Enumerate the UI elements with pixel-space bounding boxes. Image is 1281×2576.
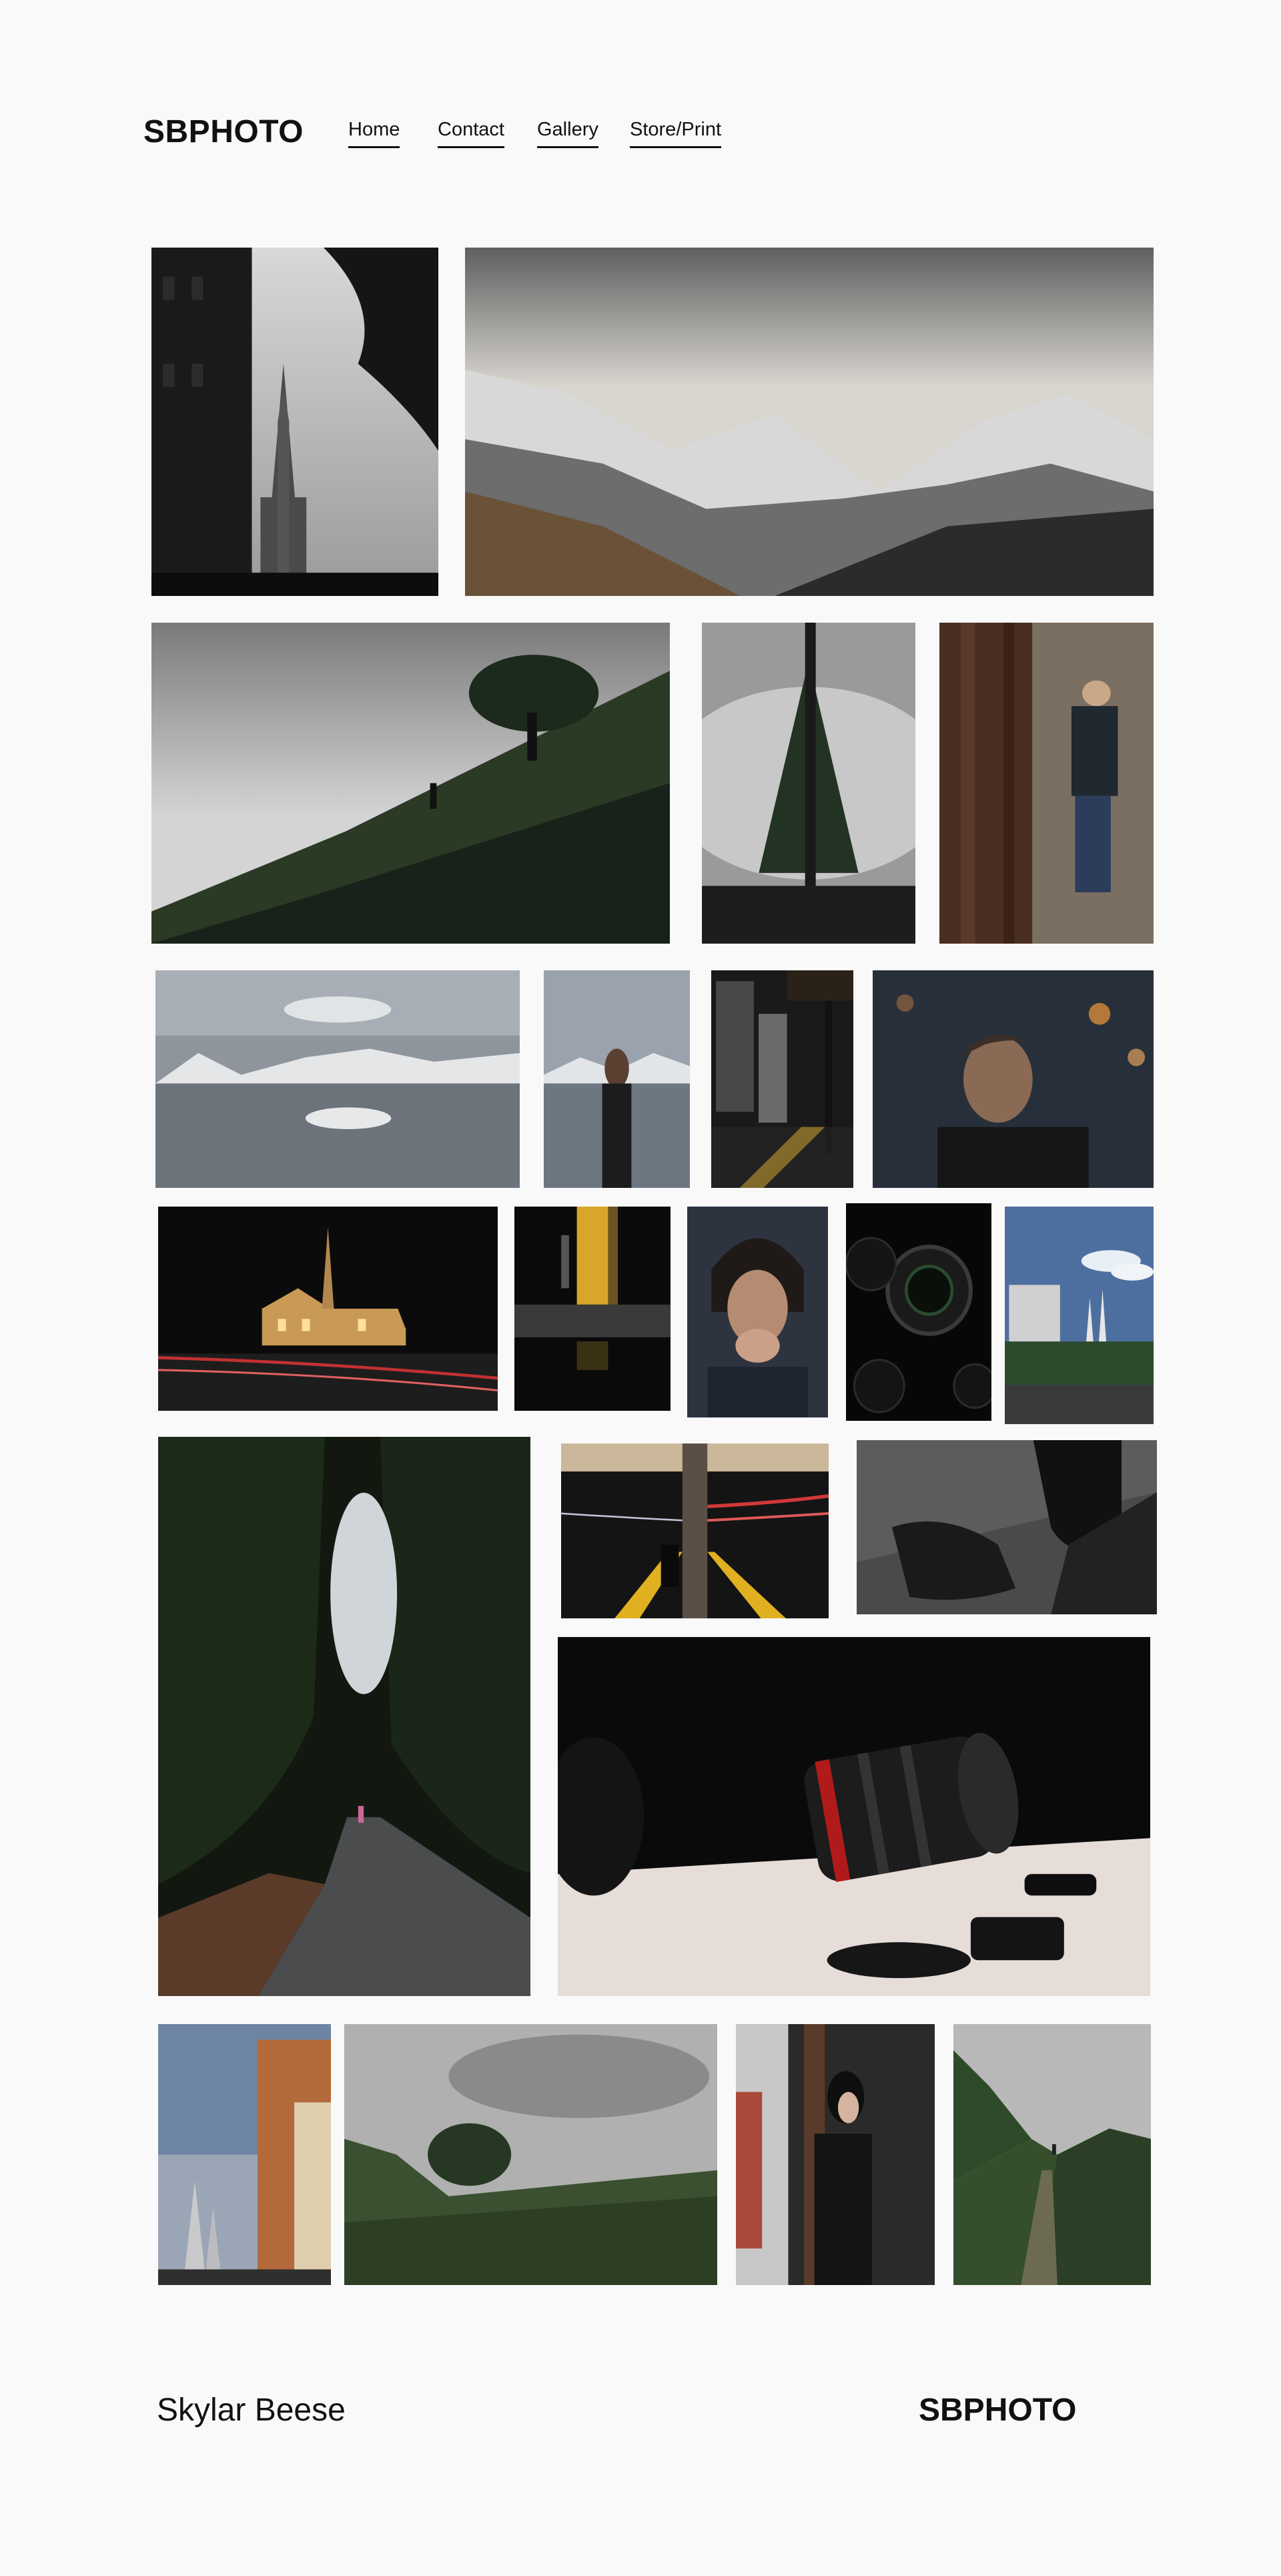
gallery-photo[interactable] [514, 1207, 671, 1411]
portrait-hands-image [687, 1207, 828, 1417]
green-hillside-image [344, 2024, 717, 2285]
gallery-photo[interactable] [736, 2024, 935, 2285]
gallery-photo[interactable] [939, 623, 1154, 944]
church-night-image [158, 1207, 498, 1411]
gallery-photo[interactable] [155, 970, 520, 1188]
gallery-photo[interactable] [953, 2024, 1151, 2285]
gallery-photo[interactable] [711, 970, 853, 1188]
gallery-photo[interactable] [344, 2024, 717, 2285]
gallery-photo[interactable] [465, 248, 1154, 596]
woman-lake-image [544, 970, 690, 1188]
gallery-photo[interactable] [151, 248, 438, 596]
gallery-photo[interactable] [1005, 1207, 1154, 1424]
nav-store-print[interactable]: Store/Print [630, 119, 721, 148]
spires-building-image [158, 2024, 331, 2285]
bokeh-portrait-image [873, 970, 1154, 1188]
gallery-photo[interactable] [702, 623, 915, 944]
gallery-photo[interactable] [857, 1440, 1157, 1614]
gallery-photo[interactable] [158, 1437, 530, 1996]
woman-wall-image [939, 623, 1154, 944]
gallery-photo[interactable] [158, 1207, 498, 1411]
mountain-image [465, 248, 1154, 596]
cathedral-image [151, 248, 438, 596]
platform-figure-image [561, 1443, 829, 1618]
gallery-photo[interactable] [561, 1443, 829, 1618]
footer-logo[interactable]: SBPHOTO [919, 2392, 1076, 2429]
boots-image [857, 1440, 1157, 1614]
camera-lenses-image [846, 1203, 991, 1421]
gallery-photo[interactable] [151, 623, 670, 944]
gallery-photo[interactable] [846, 1203, 991, 1421]
gallery-photo[interactable] [558, 1637, 1150, 1996]
forest-road-image [158, 1437, 530, 1996]
hillside-tree-image [151, 623, 670, 944]
gallery-photo[interactable] [544, 970, 690, 1188]
gallery-photo[interactable] [687, 1207, 828, 1417]
trail-hills-image [953, 2024, 1151, 2285]
gallery-photo[interactable] [158, 2024, 331, 2285]
city-street-image [711, 970, 853, 1188]
lake-reflection-image [155, 970, 520, 1188]
nav-contact[interactable]: Contact [438, 119, 504, 148]
site-logo[interactable]: SBPHOTO [143, 113, 304, 150]
temple-sky-image [1005, 1207, 1154, 1424]
nav-home[interactable]: Home [348, 119, 400, 148]
woman-brick-wall-image [736, 2024, 935, 2285]
camera-lens-table-image [558, 1637, 1150, 1996]
footer-name: Skylar Beese [157, 2392, 346, 2428]
tree-reflection-image [702, 623, 915, 944]
gallery-photo[interactable] [873, 970, 1154, 1188]
yellow-pillar-image [514, 1207, 671, 1411]
nav-gallery[interactable]: Gallery [537, 119, 598, 148]
